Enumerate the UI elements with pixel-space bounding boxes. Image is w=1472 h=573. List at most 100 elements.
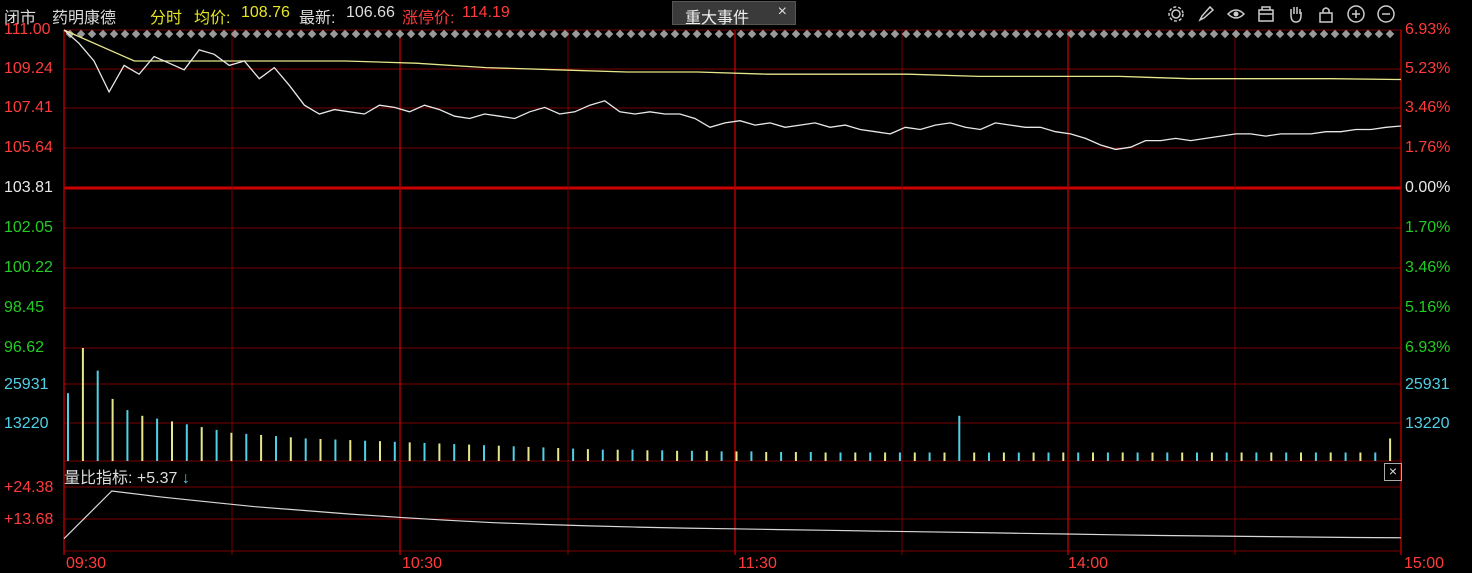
- percent-axis-label: 1.76%: [1405, 139, 1451, 156]
- volume-bar: [438, 443, 441, 461]
- event-marker: [1000, 29, 1010, 39]
- volume-bar: [275, 436, 277, 461]
- avg-label: 均价:: [194, 10, 231, 27]
- event-marker: [1187, 29, 1197, 39]
- volume-bar: [1017, 452, 1020, 461]
- volume-bar: [483, 445, 485, 461]
- event-marker: [527, 29, 537, 39]
- event-marker: [472, 29, 482, 39]
- volume-bar: [453, 444, 456, 461]
- event-marker: [285, 29, 295, 39]
- event-marker: [538, 29, 548, 39]
- mode-label[interactable]: 分时: [150, 4, 182, 28]
- stock-name[interactable]: 药明康德: [52, 4, 116, 28]
- event-marker: [439, 29, 449, 39]
- volume-bar: [1062, 452, 1065, 461]
- volume-bar: [557, 448, 560, 461]
- volume-ratio-label: 量比指标:: [64, 470, 133, 487]
- event-marker: [1011, 29, 1021, 39]
- zoom-out-icon[interactable]: [1376, 4, 1396, 24]
- pen-icon[interactable]: [1196, 4, 1216, 24]
- volume-axis-label: 25931: [4, 376, 49, 393]
- event-marker: [241, 29, 251, 39]
- volume-bar: [67, 393, 69, 461]
- volume-bar: [334, 439, 337, 461]
- event-marker: [1022, 29, 1032, 39]
- event-marker: [120, 29, 130, 39]
- volume-bar: [200, 427, 203, 461]
- event-marker: [846, 29, 856, 39]
- event-marker: [1176, 29, 1186, 39]
- close-icon[interactable]: ×: [778, 3, 787, 21]
- major-events-tab[interactable]: 重大事件 ×: [672, 1, 796, 27]
- percent-axis-label: 0.00%: [1405, 179, 1451, 196]
- event-marker: [87, 29, 97, 39]
- event-marker: [1209, 29, 1219, 39]
- volume-bar: [1032, 452, 1035, 461]
- event-marker: [1330, 29, 1340, 39]
- volume-bar: [1106, 452, 1109, 461]
- volume-bar: [379, 441, 381, 461]
- volume-bar: [1121, 452, 1124, 461]
- event-marker: [186, 29, 196, 39]
- percent-axis-label: 6.93%: [1405, 21, 1451, 38]
- volume-bar: [1389, 438, 1392, 461]
- percent-axis-label: 5.23%: [1405, 60, 1451, 77]
- event-marker: [593, 29, 603, 39]
- percent-axis-label: 3.46%: [1405, 259, 1451, 276]
- event-marker: [164, 29, 174, 39]
- event-marker: [1099, 29, 1109, 39]
- eye-icon[interactable]: [1226, 4, 1246, 24]
- event-marker: [1352, 29, 1362, 39]
- event-marker: [318, 29, 328, 39]
- volume-bar: [126, 410, 129, 461]
- volume-bar: [616, 449, 619, 461]
- volume-bar: [304, 438, 307, 461]
- volume-bar: [1329, 452, 1332, 461]
- hand-icon[interactable]: [1286, 4, 1306, 24]
- volume-bar: [349, 440, 352, 461]
- volume-bar: [661, 450, 664, 461]
- event-marker: [868, 29, 878, 39]
- volume-bar: [468, 444, 471, 461]
- event-marker: [351, 29, 361, 39]
- volume-bar: [943, 452, 946, 461]
- event-marker: [626, 29, 636, 39]
- volume-bar: [1136, 452, 1139, 461]
- event-marker: [1165, 29, 1175, 39]
- volume-bar: [1285, 452, 1288, 461]
- event-marker: [98, 29, 108, 39]
- latest-value: 106.66: [346, 4, 395, 21]
- event-marker: [725, 29, 735, 39]
- close-icon[interactable]: ×: [1384, 463, 1402, 481]
- volume-bar: [750, 451, 753, 461]
- volume-bar: [572, 448, 575, 461]
- event-marker: [1341, 29, 1351, 39]
- time-axis-label: 15:00: [1404, 555, 1445, 572]
- volume-bar: [497, 445, 500, 461]
- price-axis-label: 111.00: [4, 21, 51, 38]
- event-marker: [670, 29, 680, 39]
- event-marker: [142, 29, 152, 39]
- settings-icon[interactable]: [1166, 4, 1186, 24]
- event-marker: [890, 29, 900, 39]
- event-marker: [945, 29, 955, 39]
- event-marker: [1088, 29, 1098, 39]
- volume-bar: [141, 415, 144, 461]
- event-marker: [362, 29, 372, 39]
- volume-bar: [765, 452, 768, 461]
- event-marker: [714, 29, 724, 39]
- event-marker: [219, 29, 229, 39]
- percent-axis-label: 5.16%: [1405, 299, 1451, 316]
- price-axis-label: 102.05: [4, 219, 53, 236]
- volume-bar: [319, 439, 322, 461]
- box-icon[interactable]: [1256, 4, 1276, 24]
- avg-value: 108.76: [241, 4, 290, 21]
- limit-value: 114.19: [462, 4, 510, 21]
- chart-header: 闭市 药明康德 分时 均价: 108.76 最新: 106.66 涨停价: 11…: [0, 0, 1472, 28]
- lock-icon[interactable]: [1316, 4, 1336, 24]
- intraday-chart[interactable]: [0, 0, 1472, 573]
- volume-bar: [839, 452, 842, 461]
- zoom-in-icon[interactable]: [1346, 4, 1366, 24]
- volume-bar: [646, 450, 649, 461]
